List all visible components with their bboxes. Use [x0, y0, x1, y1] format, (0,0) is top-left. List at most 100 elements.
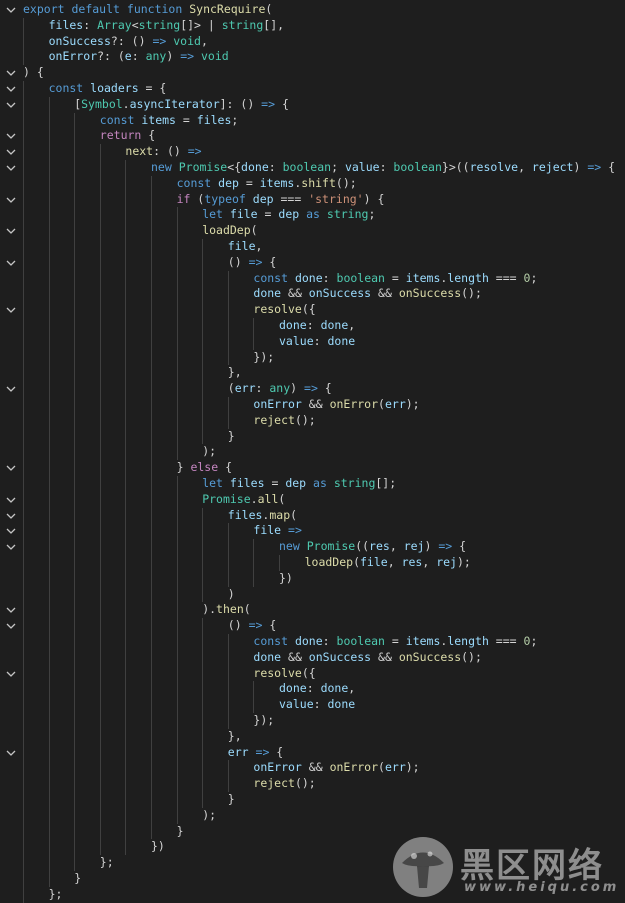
code-line[interactable]: export default function SyncRequire(	[0, 2, 625, 18]
chevron-down-icon[interactable]	[4, 524, 18, 538]
code-line[interactable]: value: done	[0, 697, 625, 713]
code-line[interactable]: },	[0, 728, 625, 745]
indent-guide	[151, 381, 152, 397]
code-editor[interactable]: export default function SyncRequire(file…	[0, 0, 625, 903]
chevron-down-icon[interactable]	[4, 66, 18, 80]
code-line[interactable]: done: done,	[0, 681, 625, 698]
code-line[interactable]: [Symbol.asyncIterator]: () => {	[0, 96, 625, 113]
chevron-down-icon[interactable]	[4, 145, 18, 159]
code-text: }	[74, 871, 81, 887]
code-line[interactable]: const dep = items.shift();	[0, 175, 625, 192]
chevron-down-icon[interactable]	[4, 746, 18, 760]
chevron-down-icon[interactable]	[4, 382, 18, 396]
code-line[interactable]: ).then(	[0, 602, 625, 619]
code-token: :	[131, 49, 146, 64]
code-text: );	[202, 444, 216, 460]
code-token: Array	[97, 17, 132, 32]
code-line[interactable]: } else {	[0, 460, 625, 476]
chevron-down-icon[interactable]	[4, 224, 18, 238]
code-line[interactable]: loadDep(file, res, rej);	[0, 555, 625, 571]
code-line[interactable]: done && onSuccess && onSuccess();	[0, 286, 625, 303]
indent-guide	[23, 381, 24, 397]
code-line[interactable]: }	[0, 792, 625, 808]
indent-guide	[227, 412, 229, 429]
code-line[interactable]: const items = files;	[0, 112, 625, 129]
code-line[interactable]: onError && onError(err);	[0, 760, 625, 777]
chevron-down-icon[interactable]	[4, 256, 18, 270]
code-line[interactable]: next: () =>	[0, 144, 625, 160]
chevron-down-icon[interactable]	[4, 161, 18, 175]
indent-guide	[202, 618, 204, 634]
code-line[interactable]: let file = dep as string;	[0, 207, 625, 224]
indent-guide	[151, 444, 152, 461]
chevron-down-icon[interactable]	[4, 98, 18, 112]
code-token: ,	[200, 33, 208, 48]
code-line[interactable]: },	[0, 365, 625, 382]
chevron-down-icon[interactable]	[4, 193, 18, 207]
code-line[interactable]: const loaders = {	[0, 81, 625, 97]
code-line[interactable]: () => {	[0, 254, 625, 271]
chevron-down-icon[interactable]	[4, 603, 18, 617]
code-line[interactable]: return {	[0, 128, 625, 145]
code-token: <	[131, 17, 139, 32]
code-line[interactable]: reject();	[0, 776, 625, 792]
indent-guide	[151, 239, 152, 255]
chevron-down-icon[interactable]	[4, 82, 18, 96]
code-line[interactable]: err => {	[0, 744, 625, 761]
code-line[interactable]: const done: boolean = items.length === 0…	[0, 270, 625, 287]
code-token: rej	[403, 539, 425, 554]
code-line[interactable]: file =>	[0, 523, 625, 540]
indent-guide	[227, 555, 229, 571]
code-line[interactable]: resolve({	[0, 302, 625, 318]
code-line[interactable]: files.map(	[0, 507, 625, 524]
indent-guide	[227, 760, 229, 777]
code-text: onError?: (e: any) => void	[49, 49, 229, 65]
code-line[interactable]: reject();	[0, 412, 625, 429]
chevron-down-icon[interactable]	[4, 3, 18, 17]
code-line[interactable]: );	[0, 807, 625, 824]
code-line[interactable]: ) {	[0, 65, 625, 81]
code-line[interactable]: onError?: (e: any) => void	[0, 49, 625, 66]
code-line[interactable]: const done: boolean = items.length === 0…	[0, 634, 625, 650]
code-line[interactable]: onSuccess?: () => void,	[0, 33, 625, 50]
code-line[interactable]: resolve({	[0, 665, 625, 682]
code-token: (	[353, 555, 360, 569]
code-line[interactable]: let files = dep as string[];	[0, 476, 625, 492]
code-token: =	[238, 175, 260, 190]
code-token: dep	[278, 207, 300, 222]
chevron-down-icon[interactable]	[4, 303, 18, 317]
indent-guide	[176, 728, 178, 745]
code-line[interactable]: value: done	[0, 333, 625, 350]
chevron-down-icon[interactable]	[4, 461, 18, 475]
code-line[interactable]: file,	[0, 239, 625, 255]
indent-guide	[48, 681, 50, 698]
chevron-down-icon[interactable]	[4, 540, 18, 554]
chevron-down-icon[interactable]	[4, 509, 18, 523]
indent-guide	[99, 760, 101, 777]
chevron-down-icon[interactable]	[4, 129, 18, 143]
code-token: onSuccess	[398, 649, 462, 664]
code-line[interactable]: new Promise((res, rej) => {	[0, 539, 625, 555]
code-line[interactable]: new Promise<{done: boolean; value: boole…	[0, 160, 625, 176]
code-line[interactable]: })	[0, 570, 625, 587]
code-line[interactable]: );	[0, 444, 625, 461]
chevron-down-icon[interactable]	[4, 667, 18, 681]
code-line[interactable]: files: Array<string[]> | string[],	[0, 17, 625, 34]
code-line[interactable]: });	[0, 713, 625, 729]
chevron-down-icon[interactable]	[4, 493, 18, 507]
code-line[interactable]: (err: any) => {	[0, 381, 625, 397]
code-line[interactable]: }	[0, 428, 625, 445]
code-line[interactable]: )	[0, 586, 625, 603]
code-line[interactable]: });	[0, 349, 625, 366]
code-token: &&	[301, 397, 330, 411]
code-line[interactable]: done: done,	[0, 318, 625, 334]
code-line[interactable]: loadDep(	[0, 223, 625, 239]
code-line[interactable]: Promise.all(	[0, 491, 625, 508]
chevron-down-icon[interactable]	[4, 619, 18, 633]
code-line[interactable]: done && onSuccess && onSuccess();	[0, 649, 625, 666]
code-line[interactable]: () => {	[0, 618, 625, 634]
code-line[interactable]: if (typeof dep === 'string') {	[0, 191, 625, 208]
code-line[interactable]: onError && onError(err);	[0, 397, 625, 413]
